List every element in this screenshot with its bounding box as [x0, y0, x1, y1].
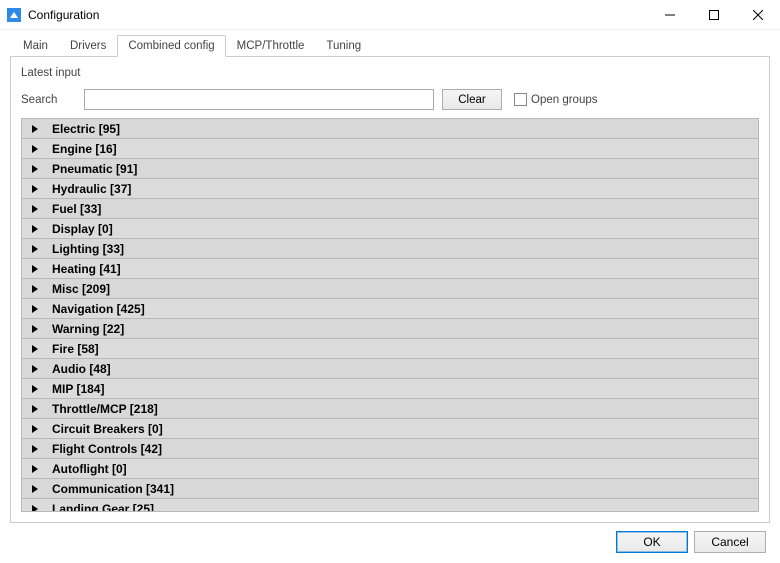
expand-icon[interactable] [32, 325, 38, 333]
group-row[interactable]: Throttle/MCP [218] [22, 399, 758, 419]
expand-icon[interactable] [32, 245, 38, 253]
tab-mcp-throttle[interactable]: MCP/Throttle [226, 35, 316, 57]
tab-strip: MainDriversCombined configMCP/ThrottleTu… [10, 34, 770, 57]
group-row[interactable]: Autoflight [0] [22, 459, 758, 479]
group-label: Throttle/MCP [218] [52, 402, 158, 416]
expand-icon[interactable] [32, 465, 38, 473]
expand-icon[interactable] [32, 285, 38, 293]
tab-panel-combined-config: Latest input Search Clear Open groups El… [10, 57, 770, 523]
cancel-button[interactable]: Cancel [694, 531, 766, 553]
close-button[interactable] [736, 0, 780, 30]
group-label: MIP [184] [52, 382, 104, 396]
group-label: Circuit Breakers [0] [52, 422, 163, 436]
expand-icon[interactable] [32, 445, 38, 453]
expand-icon[interactable] [32, 485, 38, 493]
group-label: Engine [16] [52, 142, 117, 156]
open-groups-checkbox-wrap[interactable]: Open groups [514, 93, 598, 106]
group-row[interactable]: Communication [341] [22, 479, 758, 499]
tab-tuning[interactable]: Tuning [315, 35, 372, 57]
group-row[interactable]: Circuit Breakers [0] [22, 419, 758, 439]
tab-drivers[interactable]: Drivers [59, 35, 117, 57]
group-label: Lighting [33] [52, 242, 124, 256]
group-row[interactable]: Misc [209] [22, 279, 758, 299]
expand-icon[interactable] [32, 125, 38, 133]
search-label: Search [21, 94, 76, 106]
group-row[interactable]: Hydraulic [37] [22, 179, 758, 199]
expand-icon[interactable] [32, 505, 38, 513]
expand-icon[interactable] [32, 405, 38, 413]
group-label: Pneumatic [91] [52, 162, 137, 176]
group-label: Electric [95] [52, 122, 120, 136]
group-label: Misc [209] [52, 282, 110, 296]
expand-icon[interactable] [32, 425, 38, 433]
group-row[interactable]: Flight Controls [42] [22, 439, 758, 459]
tab-combined-config[interactable]: Combined config [117, 35, 225, 57]
group-label: Navigation [425] [52, 302, 145, 316]
group-row[interactable]: Engine [16] [22, 139, 758, 159]
group-label: Hydraulic [37] [52, 182, 131, 196]
expand-icon[interactable] [32, 305, 38, 313]
group-list[interactable]: Electric [95] Engine [16] Pneumatic [91] Hy… [21, 118, 759, 512]
group-row[interactable]: Landing Gear [25] [22, 499, 758, 512]
group-label: Flight Controls [42] [52, 442, 162, 456]
minimize-button[interactable] [648, 0, 692, 30]
expand-icon[interactable] [32, 145, 38, 153]
expand-icon[interactable] [32, 205, 38, 213]
group-row[interactable]: Fire [58] [22, 339, 758, 359]
group-row[interactable]: Pneumatic [91] [22, 159, 758, 179]
group-label: Heating [41] [52, 262, 121, 276]
group-row[interactable]: Fuel [33] [22, 199, 758, 219]
ok-button[interactable]: OK [616, 531, 688, 553]
group-row[interactable]: MIP [184] [22, 379, 758, 399]
group-row[interactable]: Heating [41] [22, 259, 758, 279]
group-label: Fuel [33] [52, 202, 101, 216]
search-input[interactable] [84, 89, 434, 110]
expand-icon[interactable] [32, 185, 38, 193]
window-controls [648, 0, 780, 30]
group-label: Fire [58] [52, 342, 99, 356]
content-area: MainDriversCombined configMCP/ThrottleTu… [0, 30, 780, 563]
group-row[interactable]: Lighting [33] [22, 239, 758, 259]
group-row[interactable]: Audio [48] [22, 359, 758, 379]
latest-input-label: Latest input [21, 67, 759, 79]
group-label: Display [0] [52, 222, 113, 236]
group-label: Landing Gear [25] [52, 502, 154, 513]
search-row: Search Clear Open groups [21, 89, 759, 110]
group-label: Audio [48] [52, 362, 111, 376]
group-row[interactable]: Navigation [425] [22, 299, 758, 319]
open-groups-label: Open groups [531, 94, 598, 106]
expand-icon[interactable] [32, 385, 38, 393]
expand-icon[interactable] [32, 225, 38, 233]
tab-main[interactable]: Main [12, 35, 59, 57]
group-label: Communication [341] [52, 482, 174, 496]
window-title: Configuration [28, 8, 648, 22]
group-label: Warning [22] [52, 322, 124, 336]
expand-icon[interactable] [32, 165, 38, 173]
group-label: Autoflight [0] [52, 462, 127, 476]
group-row[interactable]: Display [0] [22, 219, 758, 239]
expand-icon[interactable] [32, 265, 38, 273]
maximize-button[interactable] [692, 0, 736, 30]
clear-button[interactable]: Clear [442, 89, 502, 110]
dialog-footer: OK Cancel [10, 523, 770, 553]
expand-icon[interactable] [32, 365, 38, 373]
app-icon [6, 7, 22, 23]
group-row[interactable]: Electric [95] [22, 119, 758, 139]
expand-icon[interactable] [32, 345, 38, 353]
title-bar: Configuration [0, 0, 780, 30]
open-groups-checkbox[interactable] [514, 93, 527, 106]
group-row[interactable]: Warning [22] [22, 319, 758, 339]
